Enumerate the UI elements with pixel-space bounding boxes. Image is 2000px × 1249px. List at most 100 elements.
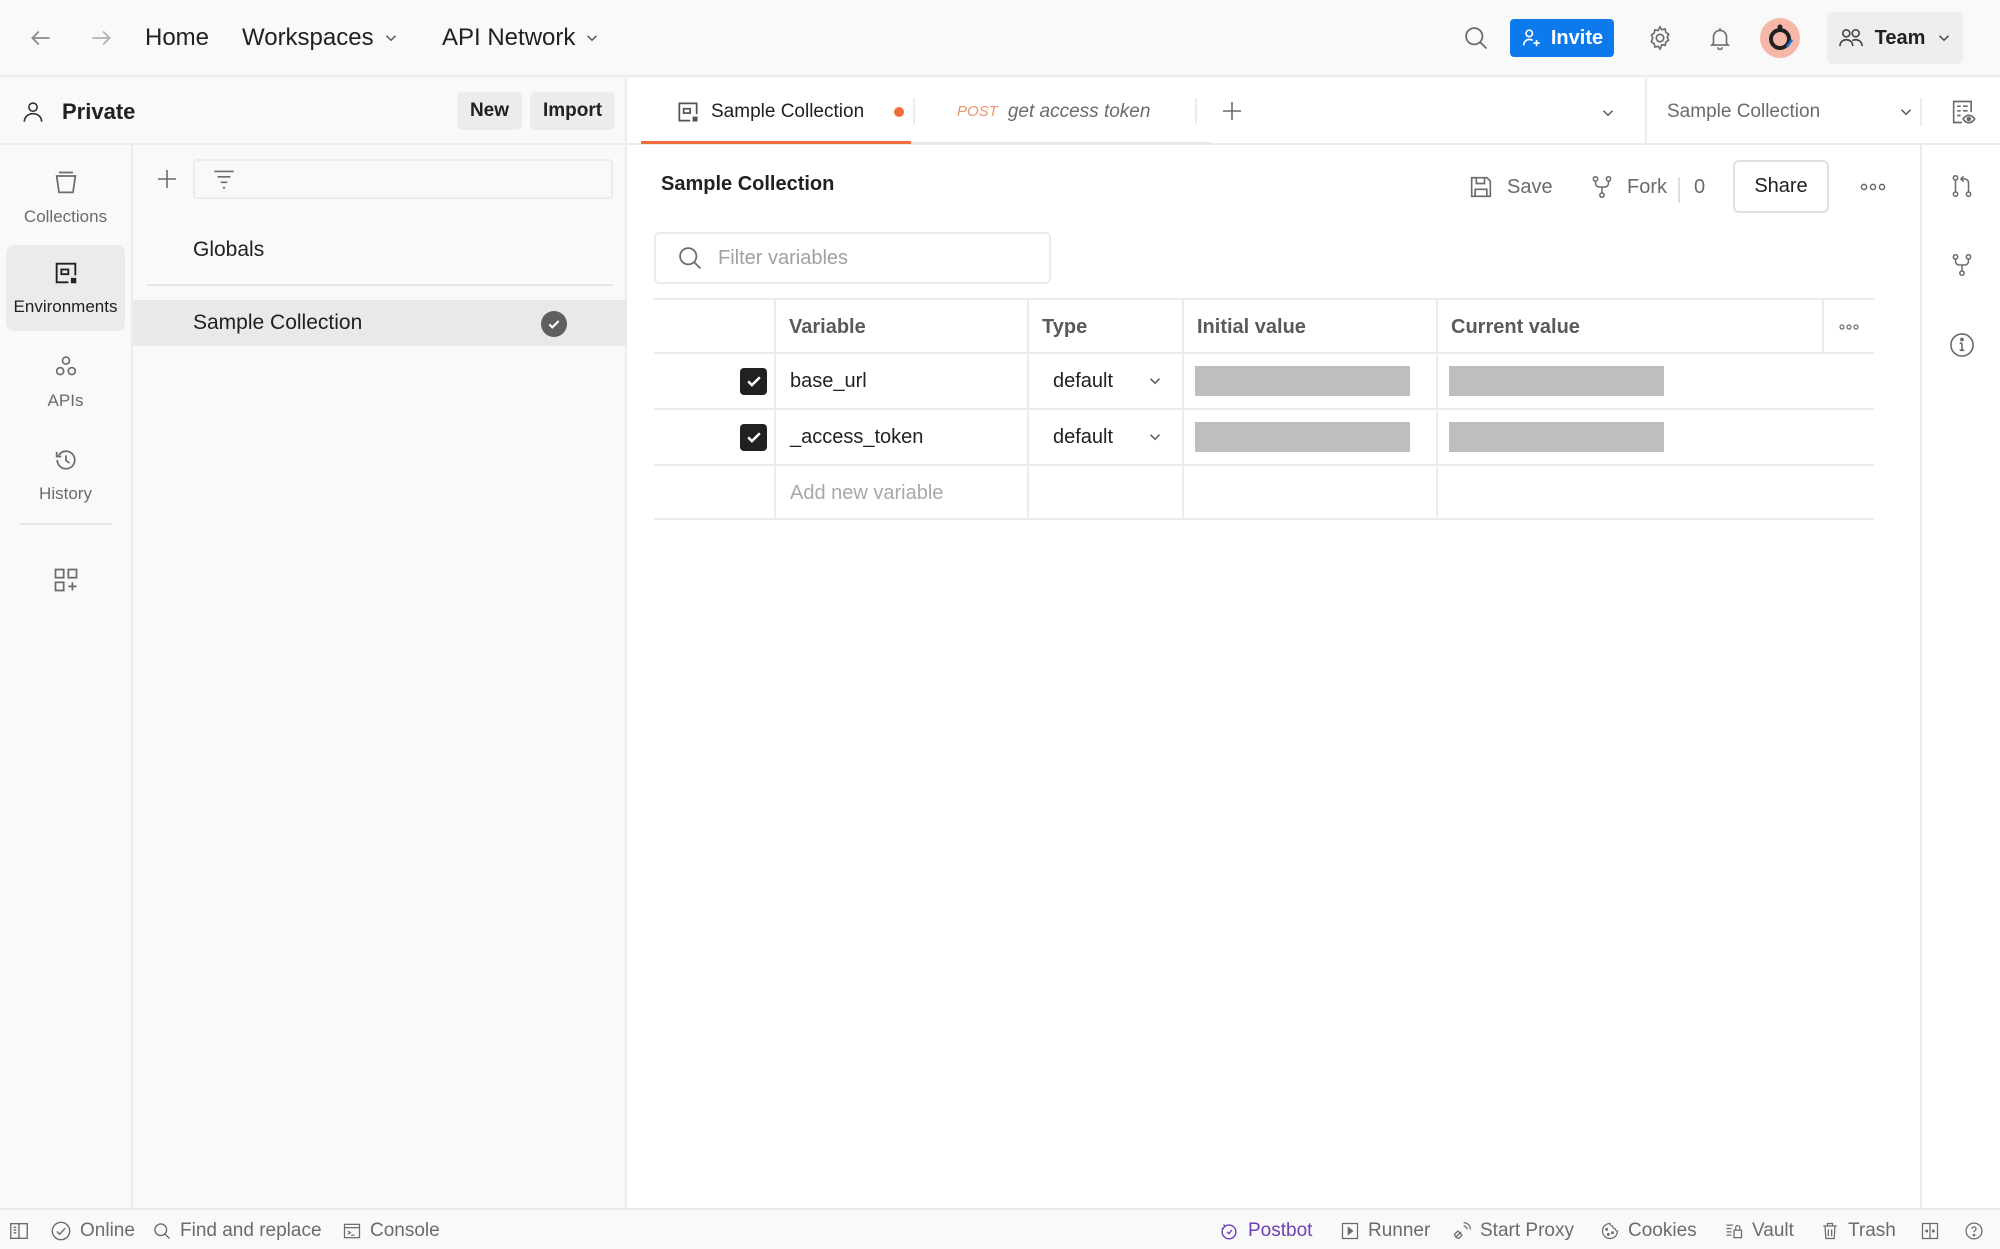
environment-icon	[675, 99, 701, 125]
fork-count[interactable]: 0	[1694, 167, 1705, 207]
status-label: Console	[370, 1220, 440, 1241]
chevron-down-icon	[1935, 29, 1953, 47]
new-tab-button[interactable]	[1215, 94, 1249, 128]
find-replace-button[interactable]: Find and replace	[152, 1216, 322, 1246]
runner-icon	[1340, 1221, 1360, 1241]
invite-button[interactable]: Invite	[1510, 19, 1614, 57]
table-header-row: Variable Type Initial value Current valu…	[654, 298, 1874, 354]
back-button[interactable]	[28, 18, 64, 58]
help-button[interactable]	[1964, 1216, 1984, 1246]
workspaces-menu[interactable]: Workspaces	[242, 18, 400, 58]
cookies-button[interactable]: Cookies	[1600, 1216, 1697, 1246]
column-header-initial-value: Initial value	[1182, 300, 1436, 354]
cookie-icon	[1600, 1221, 1620, 1241]
app-header: Home Workspaces API Network Invite Team	[0, 0, 2000, 77]
tab-label: Sample Collection	[711, 100, 865, 122]
environment-item-sample-collection[interactable]: Sample Collection	[133, 300, 627, 346]
arrow-left-icon	[28, 25, 54, 51]
initial-value-cell[interactable]	[1182, 466, 1436, 520]
status-label: Postbot	[1248, 1220, 1313, 1241]
tab-separator	[913, 98, 915, 124]
vault-button[interactable]: Vault	[1724, 1216, 1794, 1246]
add-variable-placeholder: Add new variable	[790, 481, 944, 504]
trash-button[interactable]: Trash	[1820, 1216, 1896, 1246]
environment-item-globals[interactable]: Globals	[133, 227, 627, 273]
team-menu[interactable]: Team	[1827, 12, 1963, 64]
search-button[interactable]	[1456, 18, 1496, 58]
share-button[interactable]: Share	[1733, 160, 1829, 213]
configure-sidebar-button[interactable]	[46, 560, 86, 600]
info-button[interactable]	[1942, 325, 1982, 365]
initial-value-cell[interactable]	[1182, 410, 1436, 464]
fork-label: Fork	[1627, 175, 1667, 198]
import-button[interactable]: Import	[530, 92, 615, 130]
notifications-button[interactable]	[1700, 18, 1740, 58]
active-environment-check-icon[interactable]	[541, 311, 567, 337]
type-value: default	[1053, 425, 1114, 448]
current-value-cell[interactable]	[1436, 466, 1874, 520]
api-network-menu[interactable]: API Network	[442, 18, 601, 58]
more-actions-button[interactable]	[1855, 169, 1891, 205]
start-proxy-button[interactable]: Start Proxy	[1452, 1216, 1574, 1246]
type-select[interactable]: default	[1027, 410, 1182, 464]
create-environment-button[interactable]	[151, 163, 183, 195]
home-link[interactable]: Home	[145, 18, 209, 58]
configure-sidebar-icon	[52, 566, 80, 594]
toggle-sidebar-button[interactable]	[8, 1216, 30, 1246]
settings-button[interactable]	[1640, 18, 1680, 58]
chevron-down-icon	[1897, 103, 1915, 121]
toggle-sidebar-icon	[8, 1220, 30, 1242]
two-pane-view-button[interactable]	[1920, 1216, 1940, 1246]
sidebar-item-apis[interactable]: APIs	[6, 339, 125, 425]
sidebar-item-history[interactable]: History	[6, 432, 125, 518]
current-value-cell[interactable]	[1436, 410, 1874, 464]
proxy-icon	[1452, 1221, 1472, 1241]
table-row: _access_token default	[654, 408, 1874, 464]
environment-selector[interactable]: Sample Collection	[1645, 78, 1945, 145]
quick-look-icon	[1949, 98, 1977, 126]
environment-quick-look-button[interactable]	[1945, 94, 1981, 130]
vault-icon	[1724, 1221, 1744, 1241]
fork-button[interactable]: Fork	[1589, 167, 1667, 207]
column-options-button[interactable]	[1822, 300, 1874, 354]
add-new-variable-input[interactable]: Add new variable	[774, 466, 1027, 520]
variable-name-cell[interactable]: base_url	[774, 354, 1027, 408]
enabled-cell	[654, 466, 774, 520]
type-select[interactable]: default	[1027, 354, 1182, 408]
table-row: base_url default	[654, 352, 1874, 408]
tab-bar: Sample Collection POST get access token …	[627, 78, 2000, 145]
team-label: Team	[1874, 26, 1926, 49]
status-label: Cookies	[1628, 1220, 1697, 1241]
postbot-button[interactable]: Postbot	[1218, 1216, 1312, 1246]
online-status[interactable]: Online	[50, 1216, 135, 1246]
forward-button[interactable]	[88, 18, 124, 58]
save-button[interactable]: Save	[1467, 167, 1553, 207]
avatar[interactable]	[1760, 18, 1800, 58]
plus-icon	[1220, 99, 1244, 123]
tabs-overflow-button[interactable]	[1593, 98, 1623, 128]
variable-name-cell[interactable]: _access_token	[774, 410, 1027, 464]
status-label: Trash	[1848, 1220, 1896, 1241]
online-check-icon	[50, 1220, 72, 1242]
environment-search-input[interactable]	[193, 159, 613, 199]
console-button[interactable]: Console	[342, 1216, 440, 1246]
filter-variables-input[interactable]: Filter variables	[654, 232, 1051, 284]
enabled-checkbox[interactable]	[740, 423, 767, 451]
sidebar-item-collections[interactable]: Collections	[6, 155, 125, 241]
workspace-title[interactable]: Private	[20, 94, 135, 130]
enabled-checkbox[interactable]	[740, 367, 767, 395]
status-label: Vault	[1752, 1220, 1794, 1241]
status-label: Start Proxy	[1480, 1220, 1574, 1241]
tab-sample-collection[interactable]: Sample Collection	[675, 78, 905, 145]
forks-button[interactable]	[1942, 245, 1982, 285]
history-icon	[52, 446, 80, 474]
sidebar-item-environments[interactable]: Environments	[6, 245, 125, 331]
current-value-cell[interactable]	[1436, 354, 1874, 408]
console-icon	[342, 1221, 362, 1241]
pull-requests-button[interactable]	[1942, 166, 1982, 206]
runner-button[interactable]: Runner	[1340, 1216, 1430, 1246]
new-button[interactable]: New	[457, 92, 522, 130]
column-header-variable: Variable	[774, 300, 1027, 354]
initial-value-cell[interactable]	[1182, 354, 1436, 408]
tab-get-access-token[interactable]: POST get access token	[957, 78, 1150, 145]
